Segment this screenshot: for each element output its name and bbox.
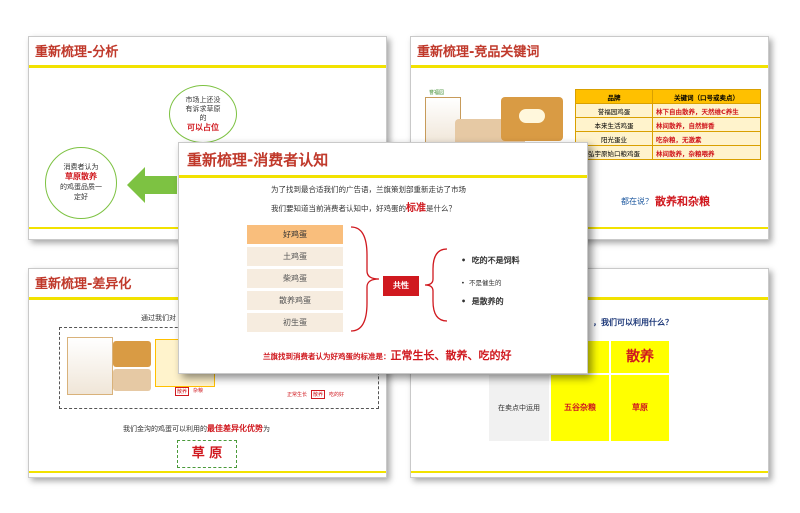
question-text: ，我们可以利用什么？ — [593, 318, 673, 327]
left-arrow-icon — [127, 167, 177, 203]
trait-item: • 是散养的 — [461, 297, 504, 306]
bubble-line: 消费者认为 — [63, 163, 99, 171]
mini-tag: 杂粮 — [193, 388, 204, 394]
bubble-line: 有诉求草原 — [185, 105, 221, 113]
keyword-cell: 林间散养，自然鲜香 — [652, 117, 761, 132]
keyword-cell: 林下自由散养，天然维C养生 — [652, 103, 761, 118]
header-cell: 品牌 — [575, 89, 653, 104]
grade-item: 土鸡蛋 — [247, 247, 343, 266]
slide-title: 重新梳理-差异化 — [35, 277, 132, 292]
brand-cell: 本来生活鸡蛋 — [575, 117, 653, 132]
title-underline — [411, 65, 768, 68]
bubble-highlight: 可以占位 — [187, 123, 219, 132]
product-logo: 誉福园 — [429, 90, 445, 96]
intro-emphasis: 标准 — [406, 203, 426, 214]
title-underline — [179, 175, 587, 178]
bubble-line: 定好 — [74, 193, 88, 201]
answer-text: 草 原 — [191, 446, 223, 461]
grade-item: 柴鸡蛋 — [247, 269, 343, 288]
value-cell: 草原 — [611, 375, 669, 441]
trait-text: 不是催生的 — [468, 279, 502, 287]
footer-line — [411, 471, 768, 473]
conclusion-question: 都在说？ — [621, 197, 653, 206]
keyword-cell: 吃杂粮，无激素 — [652, 131, 761, 146]
mini-slide-thumbnail — [67, 337, 113, 395]
footer-emphasis: 最佳差异化优势 — [207, 424, 263, 433]
conclusion-answer: 散养和杂粮 — [655, 195, 710, 208]
mini-tag: 吃的好 — [329, 392, 345, 398]
right-bracket-icon — [424, 248, 448, 322]
intro-line-1: 为了找到最合适我们的广告语，兰旗策划部重新走访了市场 — [271, 185, 466, 194]
mini-egg-box — [113, 341, 151, 367]
common-label-box: 共性 — [383, 276, 419, 296]
egg-box-label — [519, 109, 545, 123]
bubble-highlight: 草原散养 — [65, 172, 97, 181]
row-label-cell: 在卖点中运用 — [489, 375, 549, 441]
value-cell: 五谷杂粮 — [551, 375, 609, 441]
slide-title: 重新梳理-分析 — [35, 45, 119, 60]
brand-cell: 誉福园鸡蛋 — [575, 103, 653, 118]
mini-text: 正常生长 — [287, 392, 308, 398]
slide-title: 重新梳理-竞品关键词 — [417, 45, 540, 60]
conclusion-pre: 兰旗找到消费者认为好鸡蛋的标准是： — [263, 352, 391, 361]
trait-text: 吃的不是饲料 — [471, 256, 520, 265]
trait-text: 是散养的 — [471, 297, 504, 306]
col-header-cell: 散养 — [611, 341, 669, 373]
footer-sentence: 我们金沟的鸡蛋可以利用的最佳差异化优势为 — [123, 423, 270, 434]
slide-consumer-cognition[interactable]: 重新梳理-消费者认知 为了找到最合适我们的广告语，兰旗策划部重新走访了市场 我们… — [178, 142, 588, 374]
keywords-table: 品牌 关键词（口号或卖点） 誉福园鸡蛋 林下自由散养，天然维C养生 本来生活鸡蛋… — [575, 89, 761, 160]
mini-egg-tray — [113, 369, 151, 391]
bubble-line: 的鸡蛋品质一 — [60, 183, 102, 191]
footer-pre: 我们金沟的鸡蛋可以利用的 — [123, 425, 207, 433]
intro-pre: 我们要知道当前消费者认知中，好鸡蛋的 — [271, 204, 406, 213]
row-label: 在卖点中运用 — [498, 404, 540, 412]
intro-text: 通过我们对 — [141, 314, 176, 322]
grade-item: 散养鸡蛋 — [247, 291, 343, 310]
grade-item: 好鸡蛋 — [247, 225, 343, 244]
title-underline — [29, 65, 386, 68]
intro-post: 是什么？ — [426, 204, 456, 213]
keyword-cell: 林间散养，杂粮喂养 — [652, 145, 761, 160]
col-header: 散养 — [626, 349, 654, 365]
trait-item: • 吃的不是饲料 — [461, 256, 520, 265]
mini-tag: 散养 — [175, 387, 190, 396]
common-label: 共性 — [393, 281, 409, 290]
value-text: 五谷杂粮 — [564, 403, 596, 412]
bubble-line: 的 — [199, 114, 207, 122]
bubble-line: 市场上还没 — [185, 96, 221, 104]
slide-title: 重新梳理-消费者认知 — [187, 151, 329, 169]
grade-item: 初生蛋 — [247, 313, 343, 332]
conclusion: 兰旗找到消费者认为好鸡蛋的标准是：正常生长、散养、吃的好 — [263, 347, 512, 363]
footer-post: 为 — [263, 425, 270, 433]
market-bubble: 市场上还没 有诉求草原 的 可以占位 — [169, 85, 237, 143]
value-text: 草原 — [632, 403, 648, 412]
left-bracket-icon — [350, 226, 380, 332]
intro-line-2: 我们要知道当前消费者认知中，好鸡蛋的标准是什么？ — [271, 199, 456, 214]
footer-line — [29, 471, 386, 473]
trait-item: • 不是催生的 — [461, 279, 502, 287]
header-cell: 关键词（口号或卖点） — [652, 89, 761, 104]
consumer-bubble: 消费者认为 草原散养 的鸡蛋品质一 定好 — [45, 147, 117, 219]
mini-tag: 散养 — [311, 390, 326, 399]
conclusion-emphasis: 正常生长、散养、吃的好 — [390, 349, 512, 362]
answer-box: 草 原 — [177, 440, 237, 468]
